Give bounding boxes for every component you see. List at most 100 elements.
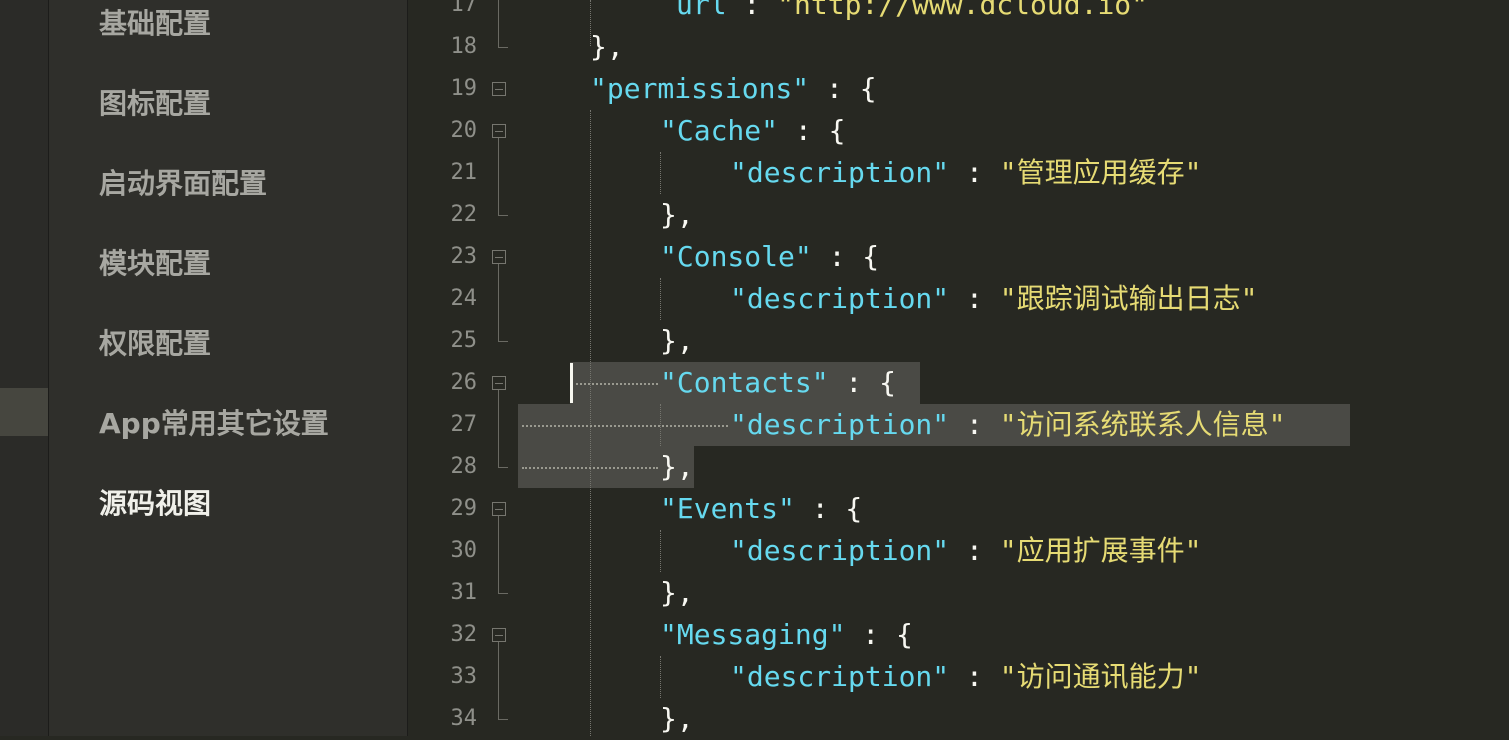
line-number: 26 bbox=[450, 370, 478, 395]
code-line-23: "Console" : { bbox=[660, 236, 879, 278]
json-key: url bbox=[676, 0, 727, 21]
code-line-25: }, bbox=[660, 324, 694, 357]
sidebar-item-source-view[interactable]: 源码视图 bbox=[99, 484, 211, 524]
code-line-20: "Cache" : { bbox=[660, 110, 845, 152]
line-number: 33 bbox=[450, 664, 478, 689]
fold-line bbox=[498, 138, 499, 215]
json-separator: : bbox=[726, 0, 778, 21]
json-key: "description" bbox=[730, 282, 950, 315]
activity-strip bbox=[0, 0, 49, 736]
json-key: "description" bbox=[730, 534, 950, 567]
sidebar-item-permission-config[interactable]: 权限配置 bbox=[99, 324, 211, 364]
line-number: 29 bbox=[450, 496, 478, 521]
line-number: 32 bbox=[450, 622, 478, 647]
code-line-31: }, bbox=[660, 576, 694, 609]
code-line-27: "description" : "访问系统联系人信息" bbox=[730, 404, 1285, 446]
json-separator: : bbox=[949, 660, 1000, 693]
json-punct: : { bbox=[845, 618, 913, 651]
code-line-24: "description" : "跟踪调试输出日志" bbox=[730, 278, 1257, 320]
sidebar-item-basic-config[interactable]: 基础配置 bbox=[99, 4, 211, 44]
fold-toggle-icon[interactable] bbox=[492, 124, 506, 138]
json-key: "description" bbox=[730, 660, 950, 693]
json-key: "Events" bbox=[660, 492, 795, 525]
whitespace-marker bbox=[576, 383, 658, 385]
json-key: "Contacts" bbox=[660, 366, 829, 399]
indent-guide bbox=[660, 278, 661, 320]
indent-guide bbox=[660, 656, 661, 698]
text-caret bbox=[570, 363, 573, 403]
json-key: "description" bbox=[730, 156, 950, 189]
fold-end-tick bbox=[498, 341, 508, 342]
code-line-30: "description" : "应用扩展事件" bbox=[730, 530, 1201, 572]
line-number: 25 bbox=[450, 328, 478, 353]
fold-end-tick bbox=[498, 719, 508, 720]
json-separator: : bbox=[949, 282, 1000, 315]
json-punct: : { bbox=[809, 72, 877, 105]
line-number: 23 bbox=[450, 244, 478, 269]
code-line-22: }, bbox=[660, 198, 694, 231]
line-number: 21 bbox=[450, 160, 478, 185]
indent-guide bbox=[660, 152, 661, 194]
code-line-33: "description" : "访问通讯能力" bbox=[730, 656, 1201, 698]
fold-toggle-icon[interactable] bbox=[492, 376, 506, 390]
editor-gutter: 17 18 19 20 21 22 23 24 25 26 27 28 29 3… bbox=[408, 0, 518, 736]
json-key: "Console" bbox=[660, 240, 812, 273]
json-key: "permissions" bbox=[590, 72, 810, 105]
fold-line bbox=[498, 516, 499, 593]
sidebar-item-module-config[interactable]: 模块配置 bbox=[99, 244, 211, 284]
line-number: 17 bbox=[450, 0, 478, 17]
json-separator: : bbox=[949, 156, 1000, 189]
code-line-17: url : "http://www.dcloud.io" bbox=[676, 0, 1148, 26]
activity-strip-active-marker[interactable] bbox=[0, 388, 48, 436]
json-punct: : { bbox=[811, 240, 880, 273]
json-string: "应用扩展事件" bbox=[999, 534, 1202, 567]
json-punct: : { bbox=[794, 492, 863, 525]
fold-end-tick bbox=[498, 593, 508, 594]
sidebar-item-splash-config[interactable]: 启动界面配置 bbox=[99, 164, 267, 204]
code-editor[interactable]: url : "http://www.dcloud.io" }, "permiss… bbox=[518, 0, 1509, 736]
line-number: 19 bbox=[450, 76, 478, 101]
json-separator: : bbox=[949, 534, 1000, 567]
sidebar: 基础配置 图标配置 启动界面配置 模块配置 权限配置 App常用其它设置 源码视… bbox=[49, 0, 408, 736]
code-line-19: "permissions" : { bbox=[590, 68, 877, 110]
fold-end-tick bbox=[498, 47, 508, 48]
line-number: 34 bbox=[450, 706, 478, 731]
line-number: 30 bbox=[450, 538, 478, 563]
json-string: "访问通讯能力" bbox=[999, 660, 1202, 693]
json-key: "Cache" bbox=[660, 114, 779, 147]
fold-toggle-icon[interactable] bbox=[492, 82, 506, 96]
code-line-32: "Messaging" : { bbox=[660, 614, 913, 656]
line-number: 27 bbox=[450, 412, 478, 437]
fold-end-tick bbox=[498, 215, 508, 216]
json-string: "访问系统联系人信息" bbox=[999, 408, 1286, 441]
json-string: "管理应用缓存" bbox=[999, 156, 1202, 189]
json-key: "Messaging" bbox=[660, 618, 846, 651]
json-key: "description" bbox=[730, 408, 950, 441]
line-number: 18 bbox=[450, 34, 478, 59]
line-number: 28 bbox=[450, 454, 478, 479]
code-line-21: "description" : "管理应用缓存" bbox=[730, 152, 1201, 194]
line-number: 20 bbox=[450, 118, 478, 143]
whitespace-marker bbox=[522, 467, 658, 469]
code-line-26: "Contacts" : { bbox=[660, 362, 896, 404]
fold-toggle-icon[interactable] bbox=[492, 502, 506, 516]
fold-toggle-icon[interactable] bbox=[492, 250, 506, 264]
code-line-28: }, bbox=[660, 450, 694, 483]
json-string: "跟踪调试输出日志" bbox=[999, 282, 1258, 315]
indent-guide bbox=[660, 530, 661, 572]
json-punct: : { bbox=[778, 114, 846, 147]
line-number: 31 bbox=[450, 580, 478, 605]
fold-line bbox=[498, 390, 499, 467]
fold-end-tick bbox=[498, 467, 508, 468]
code-line-29: "Events" : { bbox=[660, 488, 862, 530]
fold-line bbox=[498, 264, 499, 341]
fold-toggle-icon[interactable] bbox=[492, 628, 506, 642]
line-number: 24 bbox=[450, 286, 478, 311]
whitespace-marker bbox=[522, 425, 728, 427]
sidebar-item-icon-config[interactable]: 图标配置 bbox=[99, 84, 211, 124]
code-line-18: }, bbox=[590, 30, 624, 63]
indent-guide bbox=[590, 110, 591, 736]
json-string: "http://www.dcloud.io" bbox=[777, 0, 1149, 21]
sidebar-item-app-other-settings[interactable]: App常用其它设置 bbox=[99, 404, 329, 444]
code-line-34: }, bbox=[660, 702, 694, 735]
